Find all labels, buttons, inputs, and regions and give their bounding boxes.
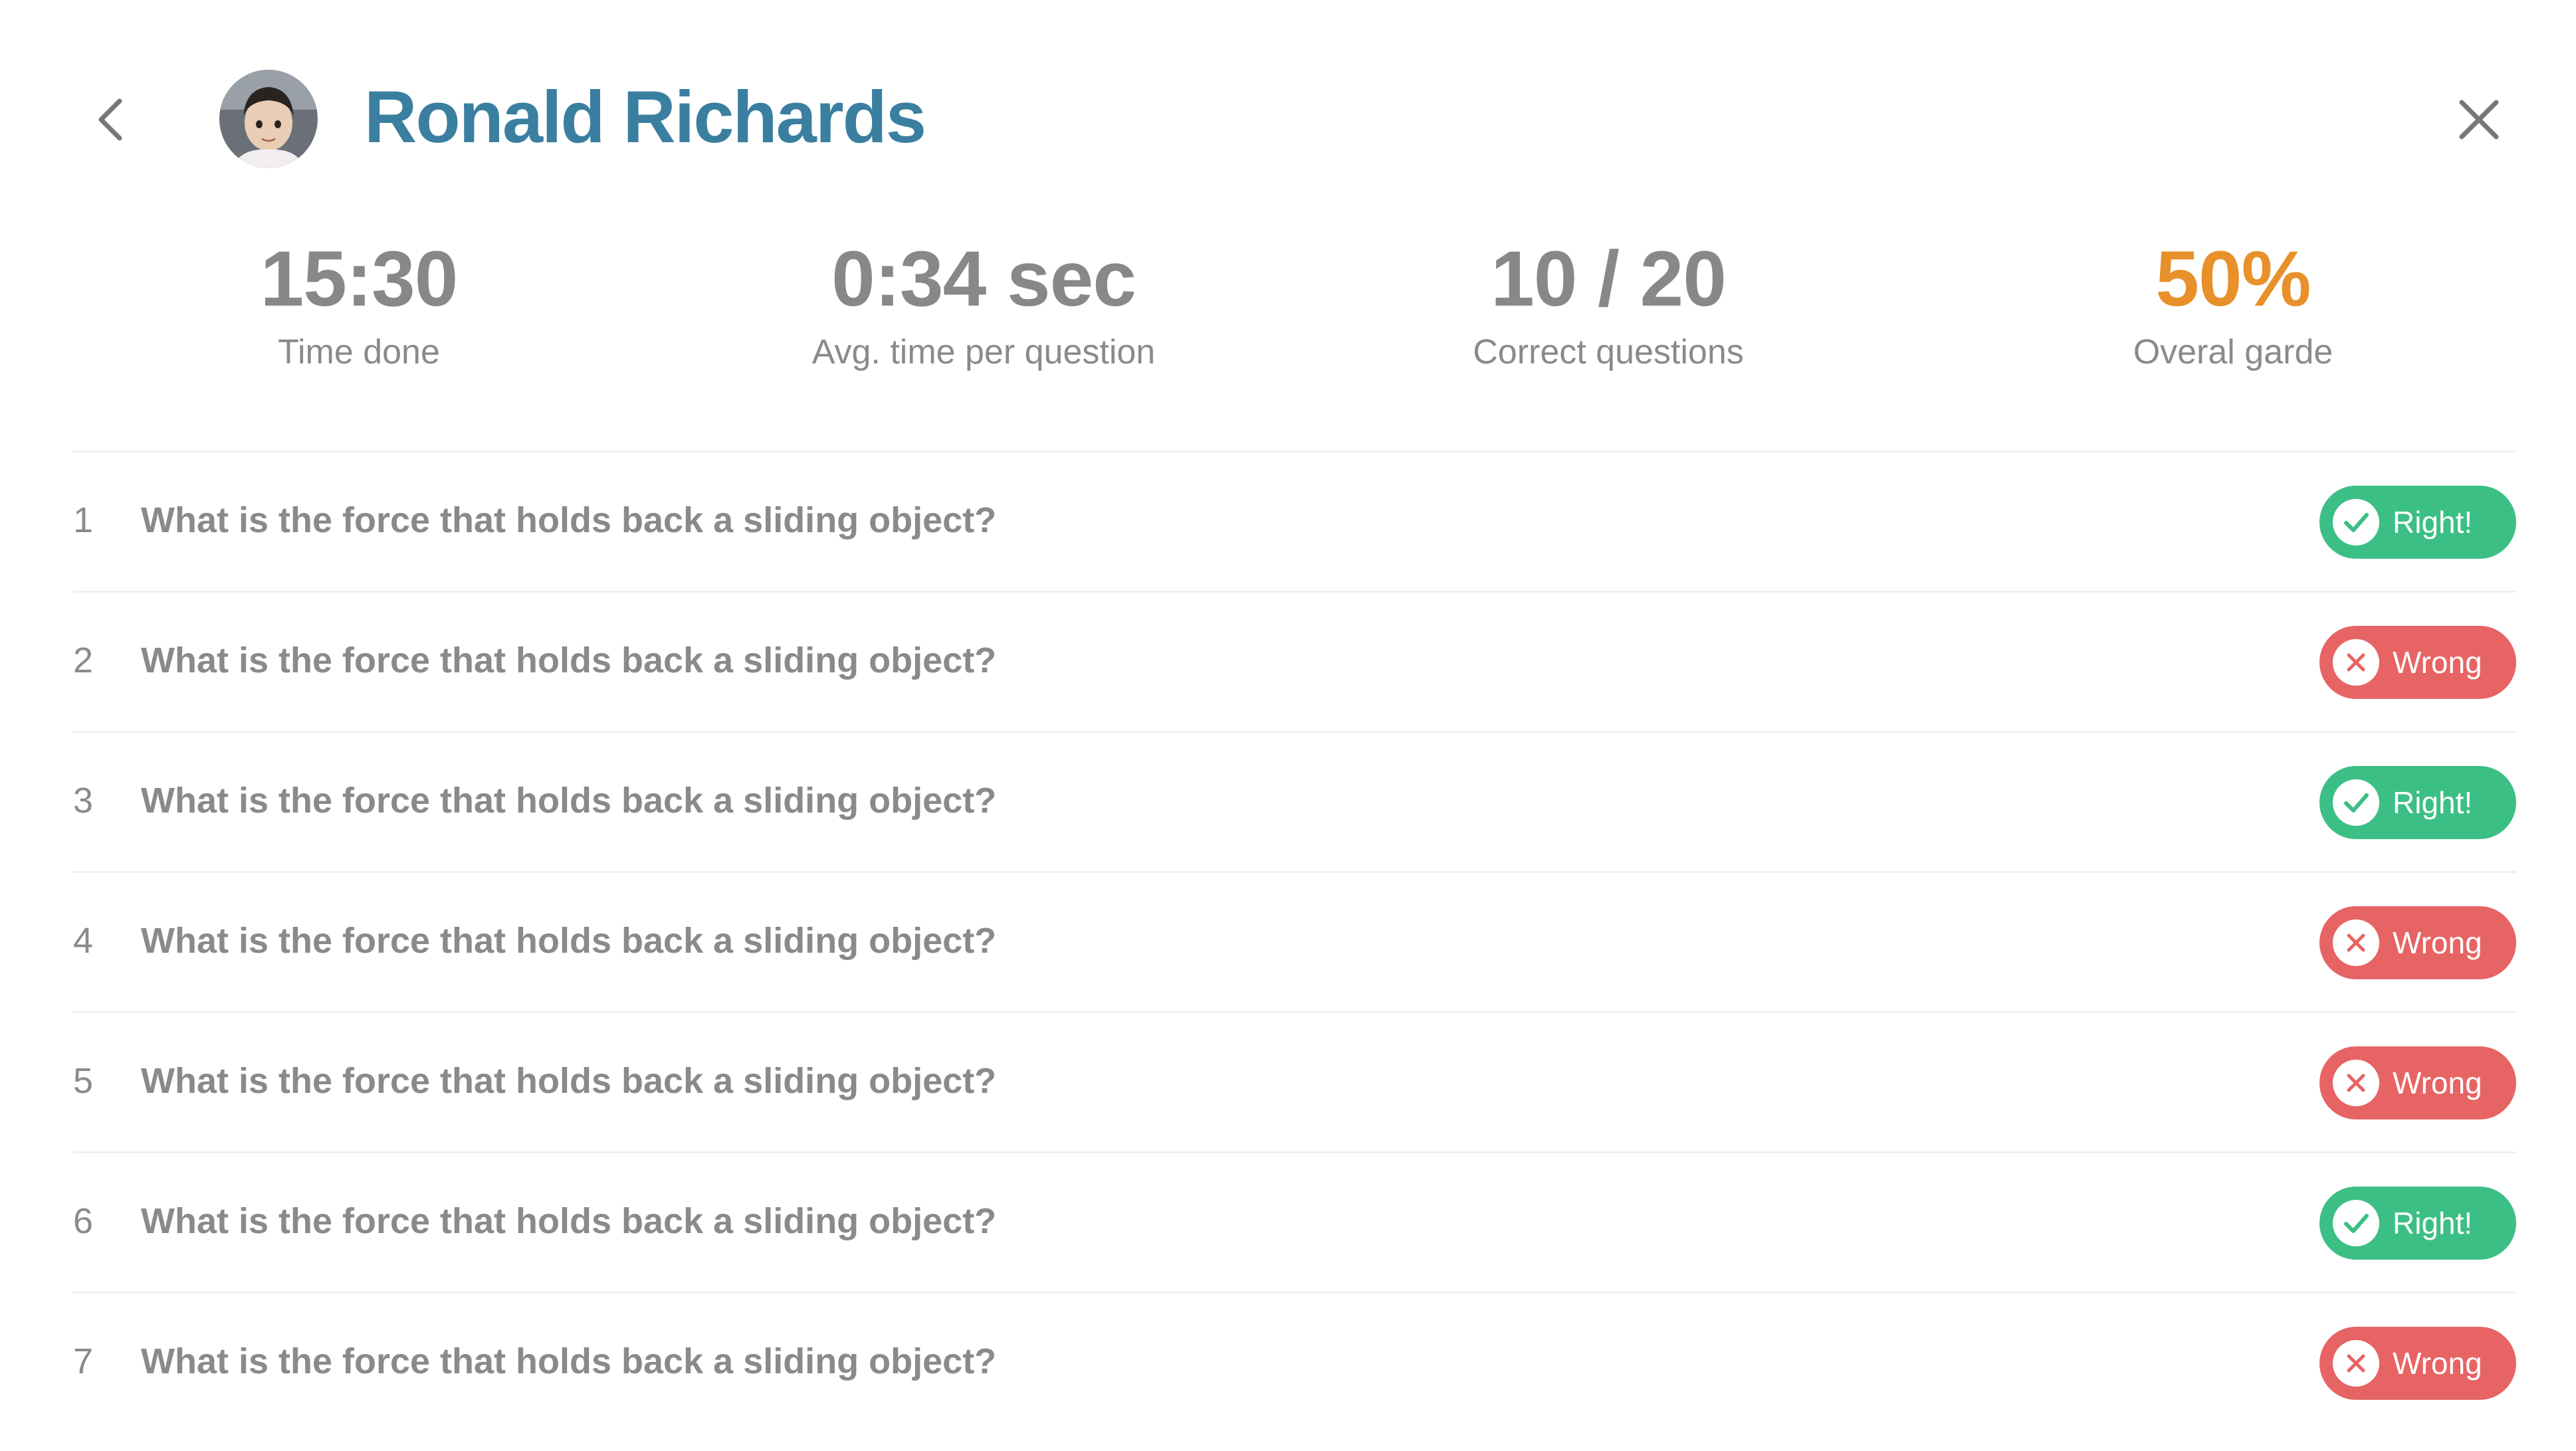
check-icon (2333, 1200, 2379, 1246)
question-text: What is the force that holds back a slid… (141, 1341, 997, 1381)
x-icon (2333, 919, 2379, 966)
stat-label: Correct questions (1473, 333, 1744, 371)
chevron-left-icon (98, 98, 122, 141)
result-badge-right[interactable]: Right! (2319, 486, 2516, 559)
question-text: What is the force that holds back a slid… (141, 500, 997, 540)
avatar[interactable] (219, 70, 318, 168)
question-row[interactable]: 4 What is the force that holds back a sl… (73, 871, 2516, 1011)
question-row[interactable]: 6 What is the force that holds back a sl… (73, 1151, 2516, 1292)
question-number: 5 (73, 1061, 94, 1101)
x-icon (2333, 639, 2379, 686)
avatar-photo (219, 70, 318, 168)
result-label: Right! (2393, 785, 2473, 820)
result-label: Wrong (2393, 1346, 2482, 1381)
result-label: Wrong (2393, 925, 2482, 960)
question-row[interactable]: 7 What is the force that holds back a sl… (73, 1292, 2516, 1432)
question-number: 2 (73, 640, 94, 680)
question-number: 4 (73, 921, 94, 961)
result-badge-right[interactable]: Right! (2319, 766, 2516, 839)
question-row[interactable]: 5 What is the force that holds back a sl… (73, 1011, 2516, 1151)
result-badge-wrong[interactable]: Wrong (2319, 1327, 2516, 1400)
stat-value: 15:30 (260, 235, 459, 323)
header: Ronald Richards (0, 0, 2576, 199)
question-number: 1 (73, 500, 94, 540)
stat-value: 10 / 20 (1491, 235, 1727, 323)
stat-avg-time: 0:34 sec Avg. time per question (685, 233, 1283, 379)
question-text: What is the force that holds back a slid… (141, 781, 997, 821)
x-icon (2333, 1060, 2379, 1106)
question-number: 6 (73, 1201, 94, 1241)
question-text: What is the force that holds back a slid… (141, 640, 997, 680)
stats-summary: 15:30 Time done 0:34 sec Avg. time per q… (73, 233, 2516, 392)
question-text: What is the force that holds back a slid… (141, 1061, 997, 1101)
check-icon (2333, 779, 2379, 826)
stat-overall-grade: 50% Overal garde (1934, 233, 2532, 379)
back-button[interactable] (86, 86, 133, 153)
stat-time-done: 15:30 Time done (60, 233, 658, 379)
user-name: Ronald Richards (364, 76, 926, 158)
question-row[interactable]: 2 What is the force that holds back a sl… (73, 591, 2516, 731)
result-label: Wrong (2393, 1066, 2482, 1100)
question-number: 3 (73, 781, 94, 821)
stat-label: Overal garde (2133, 333, 2333, 371)
stat-value: 50% (2155, 235, 2311, 323)
result-badge-wrong[interactable]: Wrong (2319, 626, 2516, 699)
question-row[interactable]: 1 What is the force that holds back a sl… (73, 450, 2516, 591)
result-label: Right! (2393, 1206, 2473, 1240)
result-badge-wrong[interactable]: Wrong (2319, 1046, 2516, 1119)
stat-correct-questions: 10 / 20 Correct questions (1309, 233, 1907, 379)
question-text: What is the force that holds back a slid… (141, 1201, 997, 1241)
stat-label: Time done (278, 333, 440, 371)
result-badge-right[interactable]: Right! (2319, 1187, 2516, 1260)
question-row[interactable]: 3 What is the force that holds back a sl… (73, 731, 2516, 871)
stat-label: Avg. time per question (811, 333, 1156, 371)
stat-value: 0:34 sec (831, 235, 1136, 323)
question-list: 1 What is the force that holds back a sl… (73, 450, 2516, 1432)
close-button[interactable] (2452, 93, 2506, 146)
result-badge-wrong[interactable]: Wrong (2319, 906, 2516, 979)
question-text: What is the force that holds back a slid… (141, 921, 997, 961)
result-label: Right! (2393, 505, 2473, 539)
result-label: Wrong (2393, 645, 2482, 680)
close-icon (2459, 100, 2499, 140)
question-number: 7 (73, 1341, 94, 1381)
check-icon (2333, 499, 2379, 545)
x-icon (2333, 1340, 2379, 1387)
